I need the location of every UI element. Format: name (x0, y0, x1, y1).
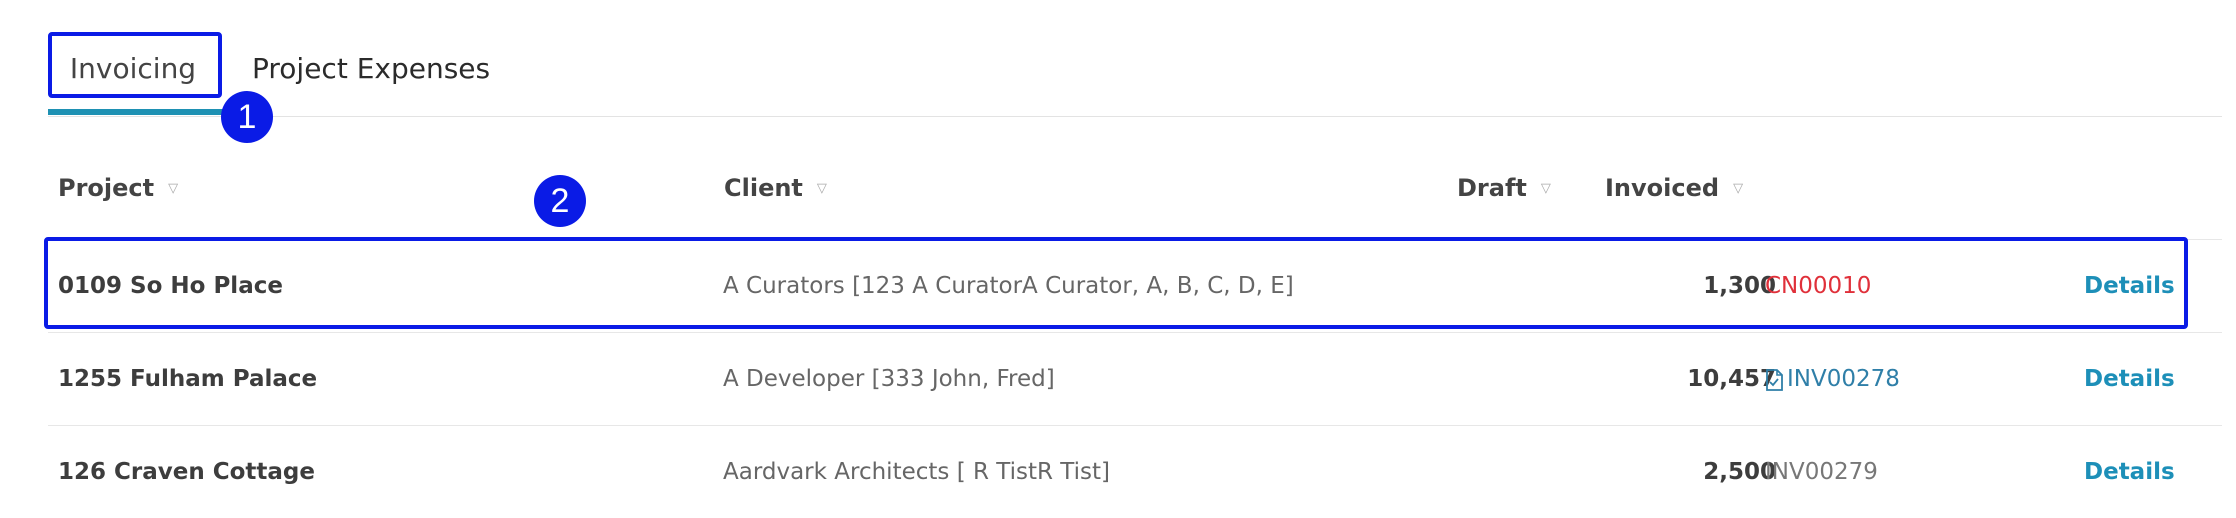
client-name: Aardvark Architects [ R TistR Tist] (723, 459, 1111, 485)
invoice-ref[interactable]: INV00278 (1787, 366, 1900, 392)
project-name: 126 Craven Cottage (58, 459, 315, 485)
column-header-project[interactable]: Project ▽ (58, 166, 178, 210)
document-check-icon (1766, 368, 1783, 391)
highlight-box-tab (48, 32, 222, 98)
invoiced-amount: 10,457 (1687, 366, 1776, 392)
column-header-draft-label: Draft (1457, 174, 1527, 202)
column-header-client-label: Client (724, 174, 803, 202)
details-link[interactable]: Details (2084, 333, 2175, 425)
column-header-client[interactable]: Client ▽ (724, 166, 827, 210)
project-name: 1255 Fulham Palace (58, 366, 318, 392)
details-link[interactable]: Details (2084, 426, 2175, 518)
client-name: A Developer [333 John, Fred] (723, 366, 1055, 392)
column-header-project-label: Project (58, 174, 155, 202)
sort-arrow-icon[interactable]: ▽ (817, 181, 827, 196)
invoice-ref-link[interactable]: INV00278 (1765, 333, 1900, 425)
tab-bar: Invoicing Project Expenses (48, 30, 2222, 117)
highlight-box-row (44, 237, 2188, 329)
annotation-badge-1: 1 (221, 91, 273, 143)
column-header-invoiced-label: Invoiced (1605, 174, 1720, 202)
sort-arrow-icon[interactable]: ▽ (1541, 181, 1551, 196)
annotation-badge-2: 2 (534, 175, 586, 227)
tab-project-expenses[interactable]: Project Expenses (252, 30, 490, 108)
table-row[interactable]: 126 Craven Cottage Aardvark Architects [… (48, 425, 2222, 518)
sort-arrow-icon[interactable]: ▽ (1733, 181, 1743, 196)
column-header-draft[interactable]: Draft ▽ (1457, 166, 1551, 210)
sort-arrow-icon[interactable]: ▽ (168, 181, 178, 196)
invoice-ref: INV00279 (1765, 459, 1878, 485)
active-tab-indicator (48, 109, 224, 115)
table-row[interactable]: 1255 Fulham Palace A Developer [333 John… (48, 332, 2222, 425)
column-header-invoiced[interactable]: Invoiced ▽ (1605, 166, 1743, 210)
